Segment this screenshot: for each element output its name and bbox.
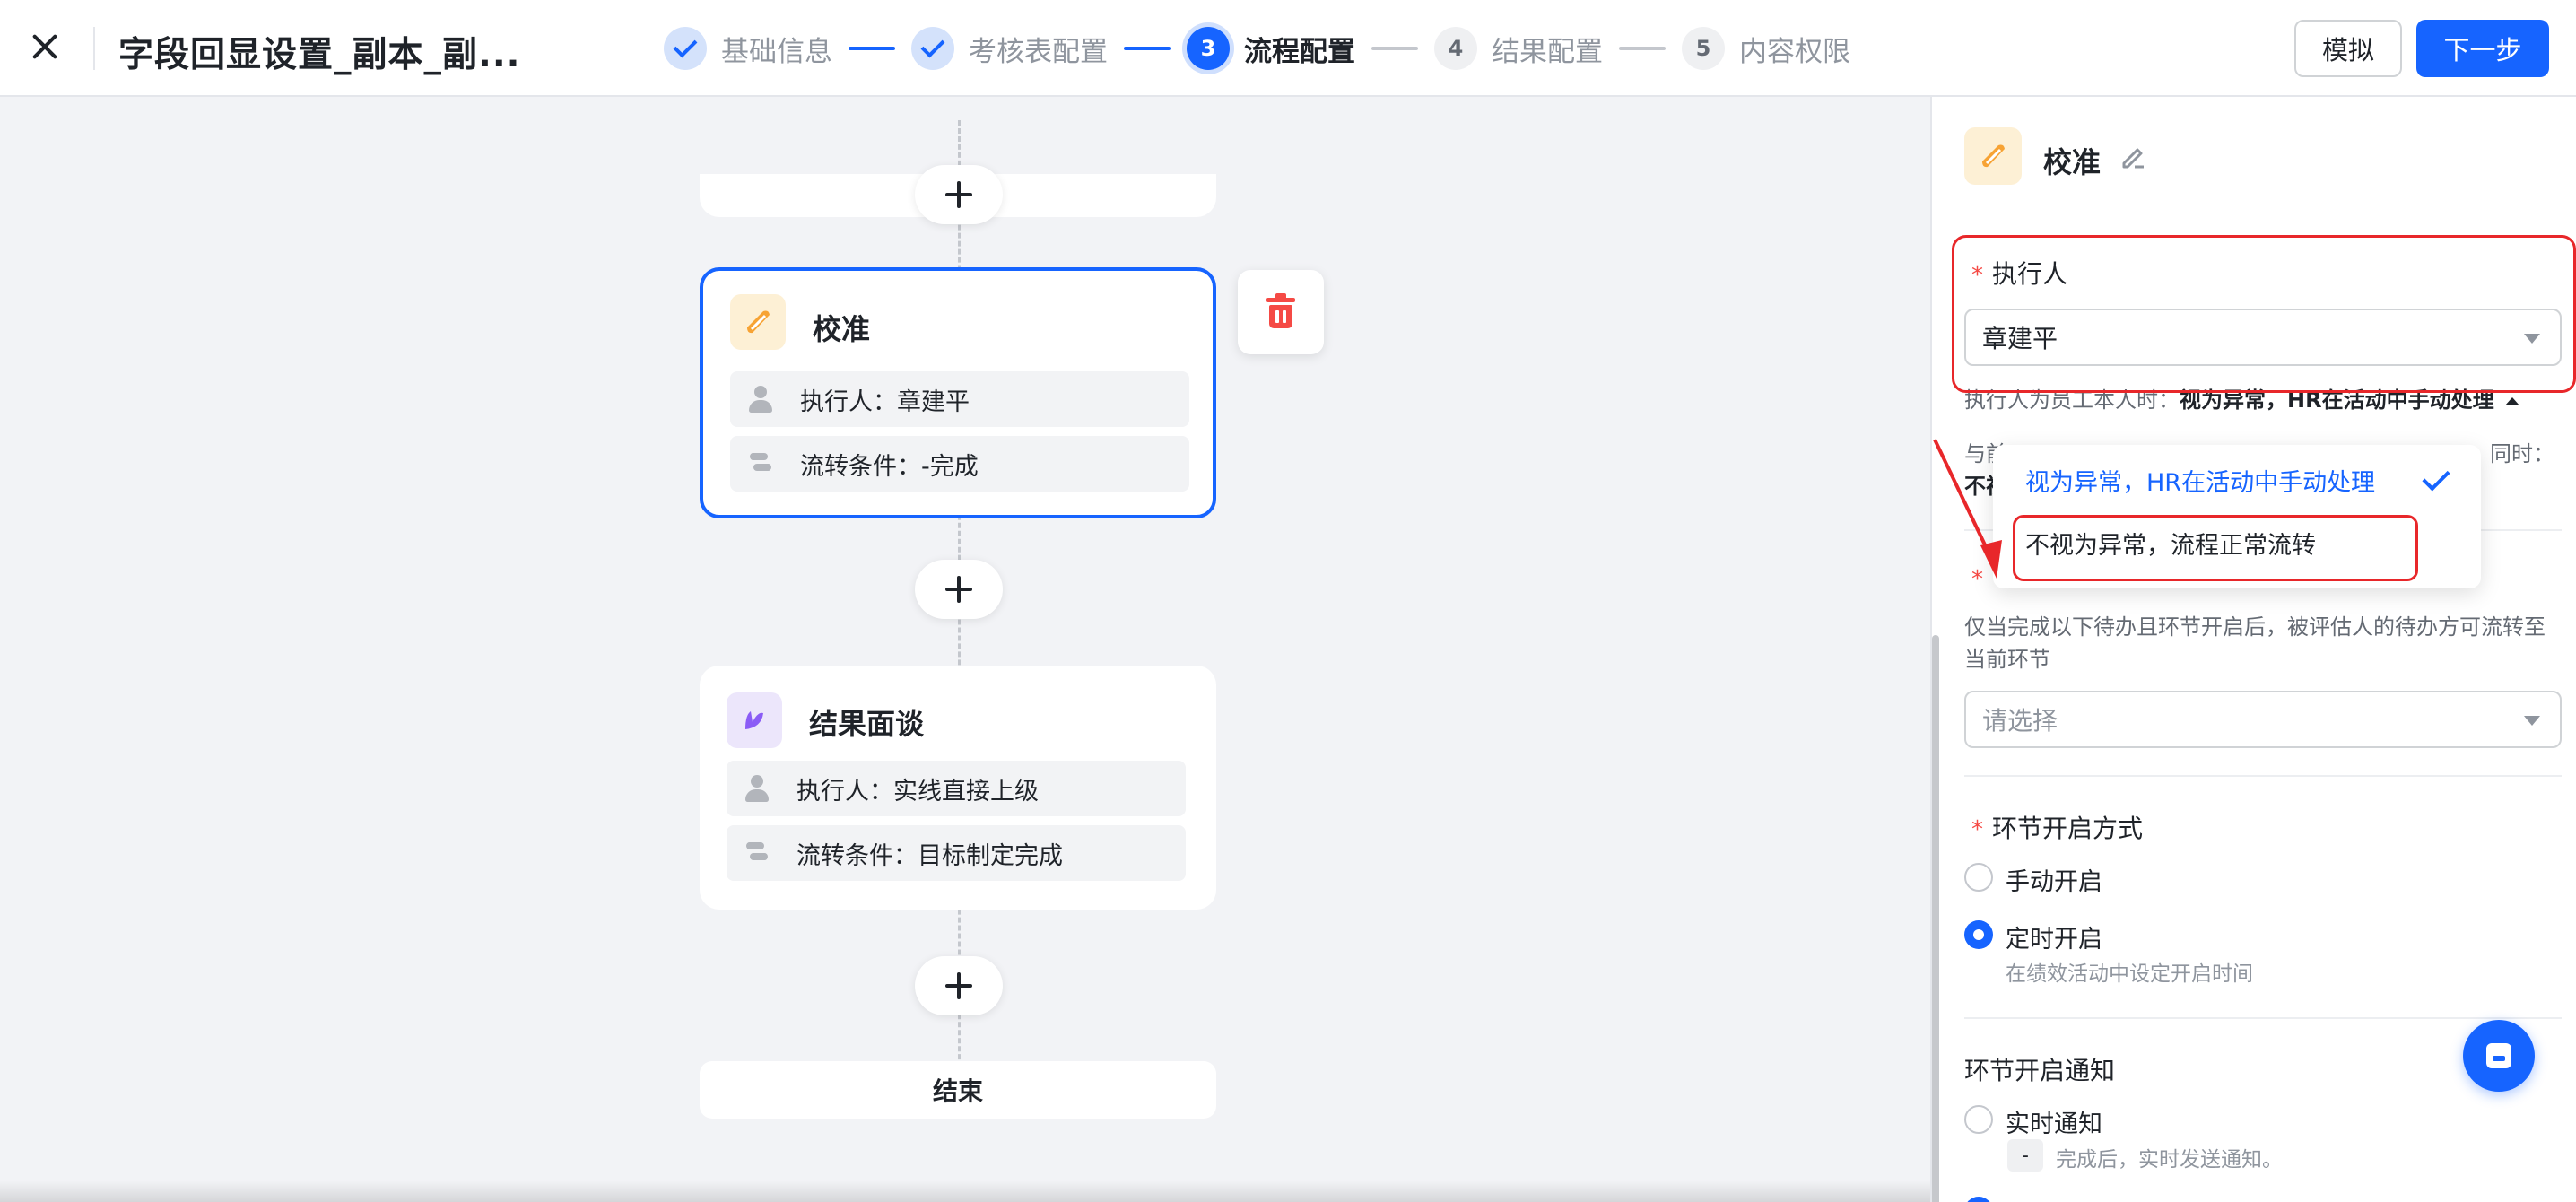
open-manual-label[interactable]: 手动开启 xyxy=(2006,862,2102,897)
node-title: 校准 xyxy=(813,312,871,346)
canvas-shadow xyxy=(0,1180,1930,1202)
dropdown-option-abnormal[interactable]: 视为异常，HR在活动中手动处理 xyxy=(2025,463,2375,498)
page-title: 字段回显设置_副本_副... xyxy=(118,35,521,75)
step-label: 结果配置 xyxy=(1492,35,1603,68)
calibration-icon xyxy=(1964,127,2022,185)
step-label: 内容权限 xyxy=(1739,35,1850,68)
step-connector xyxy=(1371,47,1418,50)
open-mode-label-text: 环节开启方式 xyxy=(1992,814,2144,843)
section-divider xyxy=(1964,775,2562,777)
prerequisite-desc-line2: 当前环节 xyxy=(1964,647,2050,672)
step-result-config[interactable]: 4 结果配置 xyxy=(1434,27,1603,70)
annotation-highlight-executor xyxy=(1952,235,2576,393)
inbox-icon xyxy=(2486,1043,2511,1068)
open-scheduled-label[interactable]: 定时开启 xyxy=(2006,919,2102,954)
interview-node-card[interactable]: 结果面谈 执行人：实线直接上级 流转条件：目标制定完成 xyxy=(700,666,1216,910)
notify-other-radio[interactable] xyxy=(1964,1197,1993,1202)
node-executor-text: 执行人：章建平 xyxy=(800,388,970,416)
plus-icon xyxy=(945,972,972,999)
node-executor-text: 执行人：实线直接上级 xyxy=(796,777,1039,806)
calibration-icon xyxy=(730,294,786,350)
interview-icon xyxy=(727,692,782,748)
node-condition-text: 流转条件：-完成 xyxy=(800,452,979,481)
annotation-highlight-option xyxy=(2013,515,2418,581)
stepper: 基础信息 考核表配置 3 流程配置 4 结果配置 5 内容权限 xyxy=(664,27,1850,70)
annotation-arrow-icon xyxy=(1933,439,2002,579)
close-icon[interactable] xyxy=(25,27,65,66)
section-divider xyxy=(1964,1017,2562,1019)
add-node-button[interactable] xyxy=(915,165,1003,224)
panel-title: 校准 xyxy=(2043,145,2102,179)
open-mode-field-label: * 环节开启方式 xyxy=(1971,809,2143,845)
calibration-node-card[interactable]: 校准 执行人：章建平 流转条件：-完成 xyxy=(700,267,1216,518)
node-executor-row: 执行人：实线直接上级 xyxy=(727,761,1186,816)
floating-action-button[interactable] xyxy=(2463,1020,2535,1092)
step-review-form[interactable]: 考核表配置 xyxy=(911,27,1108,70)
notify-realtime-sub: 完成后，实时发送通知。 xyxy=(2056,1148,2283,1172)
open-scheduled-radio[interactable] xyxy=(1964,920,1993,949)
notify-realtime-label[interactable]: 实时通知 xyxy=(2006,1104,2102,1139)
plus-icon xyxy=(945,576,972,603)
required-mark: * xyxy=(1971,816,1983,843)
overlap-hint-right: 同时： xyxy=(2490,441,2554,466)
notify-realtime-radio[interactable] xyxy=(1964,1105,1993,1134)
node-condition-row: 流转条件：-完成 xyxy=(730,436,1189,492)
open-scheduled-sub: 在绩效活动中设定开启时间 xyxy=(2006,962,2253,986)
app-root: 字段回显设置_副本_副... 基础信息 考核表配置 3 流程配置 4 结果配置 xyxy=(0,0,2576,1202)
simulate-button[interactable]: 模拟 xyxy=(2294,20,2402,77)
flow-canvas: 校准 执行人：章建平 流转条件：-完成 结果面谈 执行人：实线直接上级 流转条件… xyxy=(0,97,1930,1202)
flow-condition-icon xyxy=(744,840,770,867)
person-icon xyxy=(748,386,773,413)
check-icon xyxy=(911,27,954,70)
add-node-button[interactable] xyxy=(915,956,1003,1015)
open-manual-radio[interactable] xyxy=(1964,863,1993,892)
step-process-config[interactable]: 3 流程配置 xyxy=(1187,27,1355,70)
check-icon xyxy=(2422,463,2450,492)
step-label: 基础信息 xyxy=(721,35,832,68)
flow-condition-icon xyxy=(748,450,773,477)
person-icon xyxy=(744,775,770,802)
plus-icon xyxy=(945,181,972,208)
dropdown-arrow-icon xyxy=(2524,716,2540,726)
end-node: 结束 xyxy=(700,1061,1216,1119)
node-executor-row: 执行人：章建平 xyxy=(730,371,1189,427)
node-title: 结果面谈 xyxy=(809,707,925,741)
edit-icon[interactable] xyxy=(2117,140,2149,172)
prerequisite-select[interactable]: 请选择 xyxy=(1964,691,2562,748)
next-step-button[interactable]: 下一步 xyxy=(2416,20,2549,77)
step-number: 5 xyxy=(1682,27,1725,70)
panel-scrollbar[interactable] xyxy=(1932,635,1939,1202)
prerequisite-desc: 仅当完成以下待办且环节开启后，被评估人的待办方可流转至 xyxy=(1964,614,2546,640)
step-number: 3 xyxy=(1187,27,1230,70)
node-condition-row: 流转条件：目标制定完成 xyxy=(727,825,1186,881)
step-label: 考核表配置 xyxy=(969,35,1108,68)
trash-icon xyxy=(1266,293,1295,328)
prerequisite-placeholder: 请选择 xyxy=(1982,706,2058,736)
step-basic-info[interactable]: 基础信息 xyxy=(664,27,832,70)
notify-dash-tag: - xyxy=(2007,1139,2043,1172)
step-number: 4 xyxy=(1434,27,1477,70)
step-connector xyxy=(849,47,895,50)
step-label: 流程配置 xyxy=(1244,35,1355,68)
delete-node-button[interactable] xyxy=(1238,270,1324,354)
top-bar: 字段回显设置_副本_副... 基础信息 考核表配置 3 流程配置 4 结果配置 xyxy=(0,0,2576,97)
notify-field-label: 环节开启通知 xyxy=(1964,1056,2116,1085)
step-content-permission[interactable]: 5 内容权限 xyxy=(1682,27,1850,70)
step-connector xyxy=(1124,47,1171,50)
caret-up-icon xyxy=(2504,397,2519,405)
header-divider xyxy=(93,27,95,70)
add-node-button[interactable] xyxy=(915,560,1003,619)
node-condition-text: 流转条件：目标制定完成 xyxy=(796,841,1063,870)
check-icon xyxy=(664,27,707,70)
step-connector xyxy=(1619,47,1666,50)
